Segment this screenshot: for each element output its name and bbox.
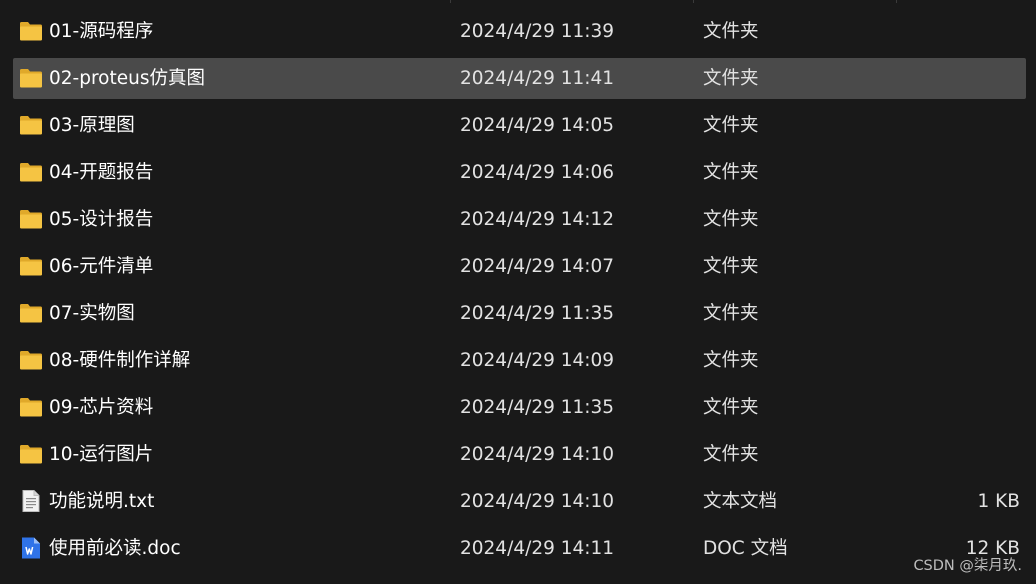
file-name: 01-源码程序 [49,21,154,42]
modified-date: 2024/4/29 14:05 [460,115,615,136]
file-type: 文件夹 [703,21,759,42]
file-name: 06-元件清单 [49,256,154,277]
modified-date: 2024/4/29 11:39 [460,21,615,42]
file-type: 文件夹 [703,303,759,324]
file-type: DOC 文档 [703,538,788,559]
file-name: 03-原理图 [49,115,135,136]
folder-icon [19,302,43,324]
folder-icon [19,396,43,418]
file-name: 08-硬件制作详解 [49,350,191,371]
file-type: 文件夹 [703,162,759,183]
file-row[interactable]: 07-实物图 2024/4/29 11:35 文件夹 [0,291,1036,338]
folder-icon [19,255,43,277]
modified-date: 2024/4/29 14:06 [460,162,615,183]
folder-icon [19,67,43,89]
watermark: CSDN @柒月玖. [913,558,1022,574]
file-name: 04-开题报告 [49,162,154,183]
text-file-icon [19,490,43,512]
word-doc-icon [19,537,43,559]
file-type: 文件夹 [703,256,759,277]
folder-icon [19,349,43,371]
file-name: 使用前必读.doc [49,538,181,559]
file-row[interactable]: 03-原理图 2024/4/29 14:05 文件夹 [0,103,1036,150]
modified-date: 2024/4/29 11:41 [460,68,615,89]
column-divider-type[interactable] [896,0,897,3]
file-type: 文件夹 [703,115,759,136]
modified-date: 2024/4/29 14:10 [460,444,615,465]
file-name: 功能说明.txt [49,491,155,512]
file-type: 文件夹 [703,68,759,89]
modified-date: 2024/4/29 11:35 [460,303,615,324]
file-name: 02-proteus仿真图 [49,68,205,89]
modified-date: 2024/4/29 14:09 [460,350,615,371]
file-row[interactable]: 使用前必读.doc 2024/4/29 14:11 DOC 文档 12 KB [0,526,1036,573]
file-type: 文件夹 [703,397,759,418]
folder-icon [19,20,43,42]
file-row[interactable]: 02-proteus仿真图 2024/4/29 11:41 文件夹 [0,56,1036,103]
file-row[interactable]: 功能说明.txt 2024/4/29 14:10 文本文档 1 KB [0,479,1036,526]
file-type: 文件夹 [703,444,759,465]
modified-date: 2024/4/29 14:11 [460,538,615,559]
file-type: 文件夹 [703,209,759,230]
folder-icon [19,161,43,183]
file-row[interactable]: 10-运行图片 2024/4/29 14:10 文件夹 [0,432,1036,479]
modified-date: 2024/4/29 14:07 [460,256,615,277]
modified-date: 2024/4/29 14:12 [460,209,615,230]
file-list: 01-源码程序 2024/4/29 11:39 文件夹 02-proteus仿真图 20… [0,9,1036,573]
column-divider-date[interactable] [693,0,694,3]
file-name: 09-芯片资料 [49,397,154,418]
file-name: 07-实物图 [49,303,135,324]
folder-icon [19,208,43,230]
modified-date: 2024/4/29 14:10 [460,491,615,512]
file-type: 文本文档 [703,491,778,512]
file-row[interactable]: 06-元件清单 2024/4/29 14:07 文件夹 [0,244,1036,291]
file-name: 05-设计报告 [49,209,154,230]
file-row[interactable]: 08-硬件制作详解 2024/4/29 14:09 文件夹 [0,338,1036,385]
modified-date: 2024/4/29 11:35 [460,397,615,418]
file-row[interactable]: 04-开题报告 2024/4/29 14:06 文件夹 [0,150,1036,197]
column-divider-name[interactable] [450,0,451,3]
file-row[interactable]: 09-芯片资料 2024/4/29 11:35 文件夹 [0,385,1036,432]
folder-icon [19,443,43,465]
folder-icon [19,114,43,136]
file-type: 文件夹 [703,350,759,371]
file-row[interactable]: 05-设计报告 2024/4/29 14:12 文件夹 [0,197,1036,244]
file-size: 1 KB [977,491,1020,512]
file-row[interactable]: 01-源码程序 2024/4/29 11:39 文件夹 [0,9,1036,56]
file-name: 10-运行图片 [49,444,154,465]
